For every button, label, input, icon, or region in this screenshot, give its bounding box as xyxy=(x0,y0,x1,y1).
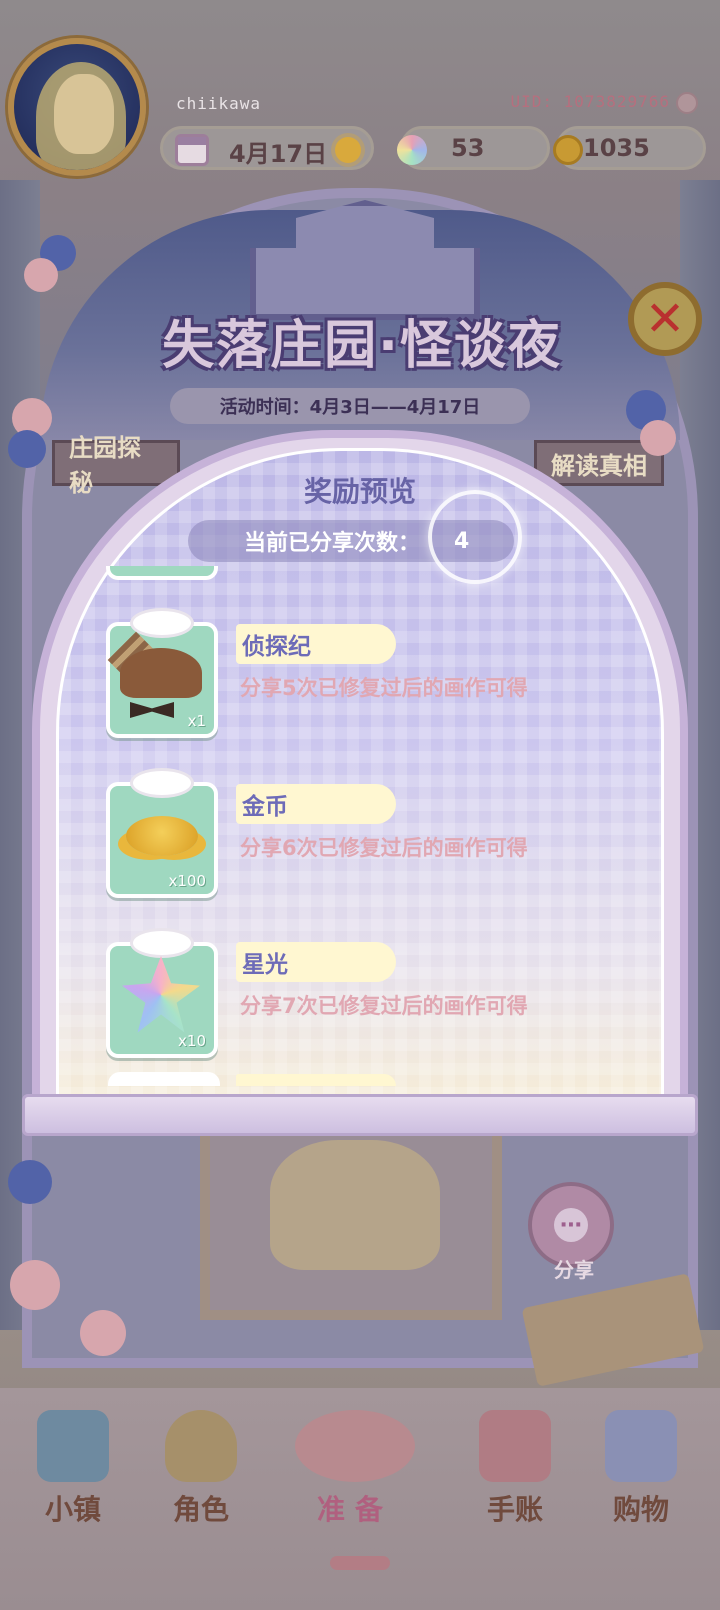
sun-icon xyxy=(331,133,365,167)
calendar-icon xyxy=(175,133,209,167)
coin-counter[interactable]: 1035 xyxy=(553,126,706,170)
starlight-icon xyxy=(395,133,429,167)
prepare-icon xyxy=(295,1410,415,1482)
top-bar: chiikawa UID: 1073829766 4月17日 53 1035 xyxy=(0,0,720,190)
date-pill: 4月17日 xyxy=(160,126,374,170)
nav-label: 小镇 xyxy=(44,1493,101,1526)
event-time: 活动时间：4月3日——4月17日 xyxy=(170,388,530,424)
gift-bow-icon xyxy=(130,608,194,638)
reward-desc: 分享5次已修复过后的画作可得 xyxy=(240,676,528,700)
share-count-label: 当前已分享次数： xyxy=(244,531,421,556)
reward-quantity: x1 xyxy=(187,712,206,730)
reward-popup-ledge xyxy=(22,1094,698,1136)
username: chiikawa xyxy=(176,94,262,113)
date-text: 4月17日 xyxy=(229,140,328,168)
painting-outfit xyxy=(270,1140,440,1270)
close-icon[interactable]: ✕ xyxy=(628,282,702,356)
flower-decoration xyxy=(10,1260,60,1310)
nav-handle xyxy=(330,1556,390,1570)
nav-item-town[interactable]: 小镇 xyxy=(18,1410,128,1550)
starlight-count: 53 xyxy=(451,134,485,162)
player-avatar[interactable] xyxy=(8,38,146,176)
reward-desc: 分享7次已修复过后的画作可得 xyxy=(240,994,528,1018)
reward-name-partial xyxy=(236,1074,396,1086)
nav-item-prepare[interactable]: 准备 xyxy=(295,1410,415,1550)
nav-item-shopping[interactable]: 购物 xyxy=(586,1410,696,1550)
tap-indicator xyxy=(428,490,522,584)
flower-decoration xyxy=(24,258,58,292)
popup-title: 奖励预览 xyxy=(303,475,416,508)
copy-uid-icon[interactable] xyxy=(676,92,698,114)
detective-hat-icon xyxy=(120,648,202,698)
share-label: 分享 xyxy=(554,1258,594,1282)
nav-label: 准备 xyxy=(316,1493,393,1526)
flower-decoration xyxy=(8,430,46,468)
reward-name: 金币 xyxy=(236,784,396,824)
reward-desc: 分享6次已修复过后的画作可得 xyxy=(240,836,528,860)
reward-card-partial xyxy=(106,566,218,580)
avatar-face xyxy=(54,74,114,154)
gift-bow-icon xyxy=(130,928,194,958)
share-icon: ⋯ xyxy=(554,1208,588,1242)
reward-card-partial xyxy=(108,1072,220,1086)
character-icon xyxy=(165,1410,237,1482)
reward-name: 侦探纪 xyxy=(236,624,396,664)
flower-decoration xyxy=(8,1160,52,1204)
journal-icon xyxy=(479,1410,551,1482)
reward-name: 星光 xyxy=(236,942,396,982)
coin-count: 1035 xyxy=(583,134,650,162)
nav-item-journal[interactable]: 手账 xyxy=(460,1410,570,1550)
event-title: 失落庄园·怪谈夜 xyxy=(162,315,562,376)
coin-icon xyxy=(551,133,585,167)
gold-coins-icon xyxy=(126,816,198,856)
nav-item-character[interactable]: 角色 xyxy=(146,1410,256,1550)
nav-label: 购物 xyxy=(612,1493,669,1526)
gift-bow-icon xyxy=(130,768,194,798)
flower-decoration xyxy=(640,420,676,456)
nav-label: 手账 xyxy=(486,1493,543,1526)
reward-quantity: x100 xyxy=(168,872,206,890)
reward-quantity: x10 xyxy=(178,1032,206,1050)
map-icon xyxy=(37,1410,109,1482)
starlight-counter[interactable]: 53 xyxy=(397,126,550,170)
player-uid: UID: 1073829766 xyxy=(510,92,670,111)
nav-label: 角色 xyxy=(172,1493,229,1526)
shopping-bag-icon xyxy=(605,1410,677,1482)
flower-decoration xyxy=(80,1310,126,1356)
